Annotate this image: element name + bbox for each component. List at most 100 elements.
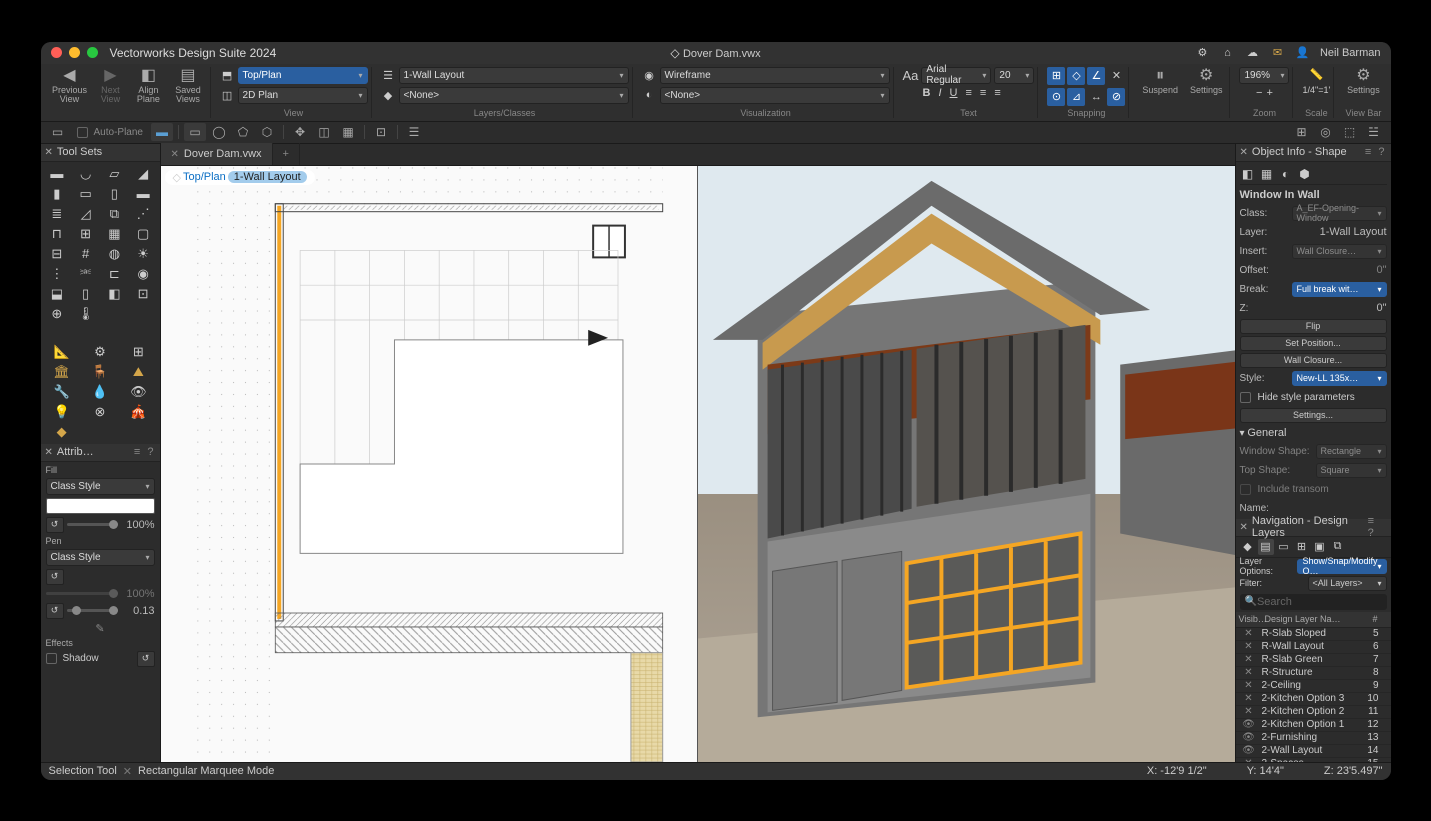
tool-space-icon[interactable]: ▢ bbox=[129, 224, 158, 244]
pen-arrow-button[interactable]: ↺ bbox=[46, 569, 64, 585]
close-tab-icon[interactable]: ✕ bbox=[171, 149, 179, 160]
toolset-building-icon[interactable]: 🏛 bbox=[43, 362, 81, 382]
general-section-header[interactable]: ▾ General bbox=[1240, 425, 1387, 441]
layer-options-dropdown[interactable]: Show/Snap/Modify O… bbox=[1297, 559, 1386, 574]
tool-roof-icon[interactable]: ◢ bbox=[129, 164, 158, 184]
style-dropdown[interactable]: New-LL 135x… bbox=[1292, 371, 1387, 386]
snap-smart-edge-icon[interactable]: ⊿ bbox=[1067, 88, 1085, 106]
nav-saved-icon[interactable]: ▣ bbox=[1312, 539, 1328, 555]
font-dropdown[interactable]: Arial Regular bbox=[921, 67, 991, 84]
viewport-plan-label[interactable]: ◇Top/Plan 1-Wall Layout bbox=[165, 170, 315, 185]
font-size-dropdown[interactable]: 20 bbox=[994, 67, 1034, 84]
tool-e-icon[interactable]: ⊕ bbox=[43, 304, 72, 324]
document-tab[interactable]: ✕Dover Dam.vwx bbox=[161, 143, 273, 165]
layer-search-input[interactable]: 🔍 Search bbox=[1240, 594, 1387, 610]
tool-pilaster-icon[interactable]: ▯ bbox=[100, 184, 129, 204]
close-icon[interactable]: ✕ bbox=[1240, 147, 1248, 158]
layer-row[interactable]: ✕R-Wall Layout6 bbox=[1236, 641, 1391, 654]
toolset-walkthrough-icon[interactable]: 👁 bbox=[119, 382, 157, 402]
fill-opacity-slider[interactable] bbox=[67, 523, 118, 526]
layer-row[interactable]: 👁2-Kitchen Option 112 bbox=[1236, 719, 1391, 732]
tool-railing-icon[interactable]: ⧉ bbox=[100, 204, 129, 224]
suspend-button[interactable]: ⏸Suspend bbox=[1138, 67, 1182, 97]
close-window-button[interactable] bbox=[51, 47, 62, 58]
snap-grid-icon[interactable]: ⊞ bbox=[1047, 67, 1065, 85]
viewport-3d[interactable]: ◇Custom View 1-Wall Layout bbox=[698, 166, 1235, 762]
shadow-settings-button[interactable]: ↺ bbox=[137, 651, 155, 667]
tool-ceiling-icon[interactable]: ⊟ bbox=[43, 244, 72, 264]
tool-beam-icon[interactable]: ▭ bbox=[71, 184, 100, 204]
tool-stair-icon[interactable]: ≣ bbox=[43, 204, 72, 224]
tool-escalator-icon[interactable]: ⋰ bbox=[129, 204, 158, 224]
tool-pad-icon[interactable]: ▬ bbox=[129, 184, 158, 204]
toolset-detail-icon[interactable]: ⊞ bbox=[119, 342, 157, 362]
nav-viewports-icon[interactable]: ⊞ bbox=[1294, 539, 1310, 555]
viewport-plan[interactable]: ◇Top/Plan 1-Wall Layout bbox=[161, 166, 699, 762]
tool-door-icon[interactable]: ⊓ bbox=[43, 224, 72, 244]
italic-button[interactable]: I bbox=[938, 87, 941, 99]
tool-roundwall-icon[interactable]: ◡ bbox=[71, 164, 100, 184]
align-left-button[interactable]: ≡ bbox=[965, 87, 971, 99]
toolset-spotlight-icon[interactable]: 💡 bbox=[43, 402, 81, 422]
snap-tangent-icon[interactable]: ⊘ bbox=[1107, 88, 1125, 106]
insert-dropdown[interactable]: Wall Closure… bbox=[1292, 244, 1387, 259]
mode-isolate-button[interactable]: ⊡ bbox=[370, 123, 392, 141]
shadow-checkbox[interactable] bbox=[46, 653, 57, 664]
break-dropdown[interactable]: Full break wit… bbox=[1292, 282, 1387, 297]
bold-button[interactable]: B bbox=[923, 87, 931, 99]
minimize-window-button[interactable] bbox=[69, 47, 80, 58]
tool-misc-icon[interactable]: ◉ bbox=[129, 264, 158, 284]
tool-window-icon[interactable]: ⊞ bbox=[71, 224, 100, 244]
pen-style-dropdown[interactable]: Class Style bbox=[46, 549, 155, 566]
layer-filter-dropdown[interactable]: <All Layers> bbox=[1308, 576, 1387, 591]
zoom-in-button[interactable]: + bbox=[1266, 87, 1272, 99]
fill-style-dropdown[interactable]: Class Style bbox=[46, 478, 155, 495]
mode-marquee-button[interactable]: ▬ bbox=[151, 123, 173, 141]
snap-distance-icon[interactable]: ↔ bbox=[1087, 88, 1105, 106]
tool-plumbing-icon[interactable]: ⎃ bbox=[71, 264, 100, 284]
layer-row[interactable]: ✕R-Structure8 bbox=[1236, 667, 1391, 680]
align-center-button[interactable]: ≡ bbox=[980, 87, 986, 99]
toolset-rigging-icon[interactable]: ⊗ bbox=[81, 402, 119, 422]
snap-angle-icon[interactable]: ∠ bbox=[1087, 67, 1105, 85]
flip-button[interactable]: Flip bbox=[1240, 319, 1387, 334]
snap-settings-button[interactable]: ⚙Settings bbox=[1186, 67, 1227, 97]
projection-dropdown[interactable]: 2D Plan bbox=[238, 87, 368, 104]
fill-opacity-link-button[interactable]: ↺ bbox=[46, 517, 64, 533]
tool-chain-icon[interactable]: ⋮ bbox=[43, 264, 72, 284]
wall-closure-button[interactable]: Wall Closure... bbox=[1240, 353, 1387, 368]
user-name[interactable]: Neil Barman bbox=[1320, 47, 1381, 59]
notification-icon[interactable]: ✉ bbox=[1270, 45, 1285, 60]
standard-view-dropdown[interactable]: Top/Plan bbox=[238, 67, 368, 84]
align-plane-button[interactable]: ◧Align Plane bbox=[131, 67, 165, 106]
tool-curtainwall-icon[interactable]: ▦ bbox=[100, 224, 129, 244]
class-dropdown[interactable]: A_EF-Opening-Window bbox=[1292, 206, 1387, 221]
fill-color-swatch[interactable] bbox=[46, 498, 155, 514]
mode-rect-button[interactable]: ▭ bbox=[184, 123, 206, 141]
layer-row[interactable]: 👁2-Furnishing13 bbox=[1236, 732, 1391, 745]
close-icon[interactable]: ✕ bbox=[1240, 522, 1248, 533]
previous-view-button[interactable]: ◀Previous View bbox=[50, 67, 90, 106]
settings-gear-icon[interactable]: ⚙ bbox=[1195, 45, 1210, 60]
home-icon[interactable]: ⌂ bbox=[1220, 45, 1235, 60]
tool-c-icon[interactable]: ◧ bbox=[100, 284, 129, 304]
tool-b-icon[interactable]: ▯ bbox=[71, 284, 100, 304]
tool-light-icon[interactable]: ☀ bbox=[129, 244, 158, 264]
nav-classes-icon[interactable]: ◆ bbox=[1240, 539, 1256, 555]
zoom-out-button[interactable]: − bbox=[1256, 87, 1262, 99]
cloud-icon[interactable]: ☁ bbox=[1245, 45, 1260, 60]
layer-list-header[interactable]: Visib… Design Layer Na… # bbox=[1236, 612, 1391, 628]
nav-references-icon[interactable]: ⧉ bbox=[1330, 539, 1346, 555]
nav-layers-icon[interactable]: ▤ bbox=[1258, 539, 1274, 555]
layer-row[interactable]: ✕R-Slab Sloped5 bbox=[1236, 628, 1391, 641]
mode-lasso-button[interactable]: ◯ bbox=[208, 123, 230, 141]
mode-right3-button[interactable]: ⬚ bbox=[1339, 123, 1361, 141]
shape-tab-icon[interactable]: ◧ bbox=[1240, 166, 1256, 182]
mode-extra1-button[interactable]: ◫ bbox=[313, 123, 335, 141]
tool-column-icon[interactable]: ▮ bbox=[43, 184, 72, 204]
toolset-irrigation-icon[interactable]: 💧 bbox=[81, 382, 119, 402]
pen-opacity-slider[interactable] bbox=[46, 592, 118, 595]
next-view-button[interactable]: ▶Next View bbox=[93, 67, 127, 106]
mode-prefs-button[interactable]: ☰ bbox=[403, 123, 425, 141]
top-shape-dropdown[interactable]: Square bbox=[1316, 463, 1387, 478]
